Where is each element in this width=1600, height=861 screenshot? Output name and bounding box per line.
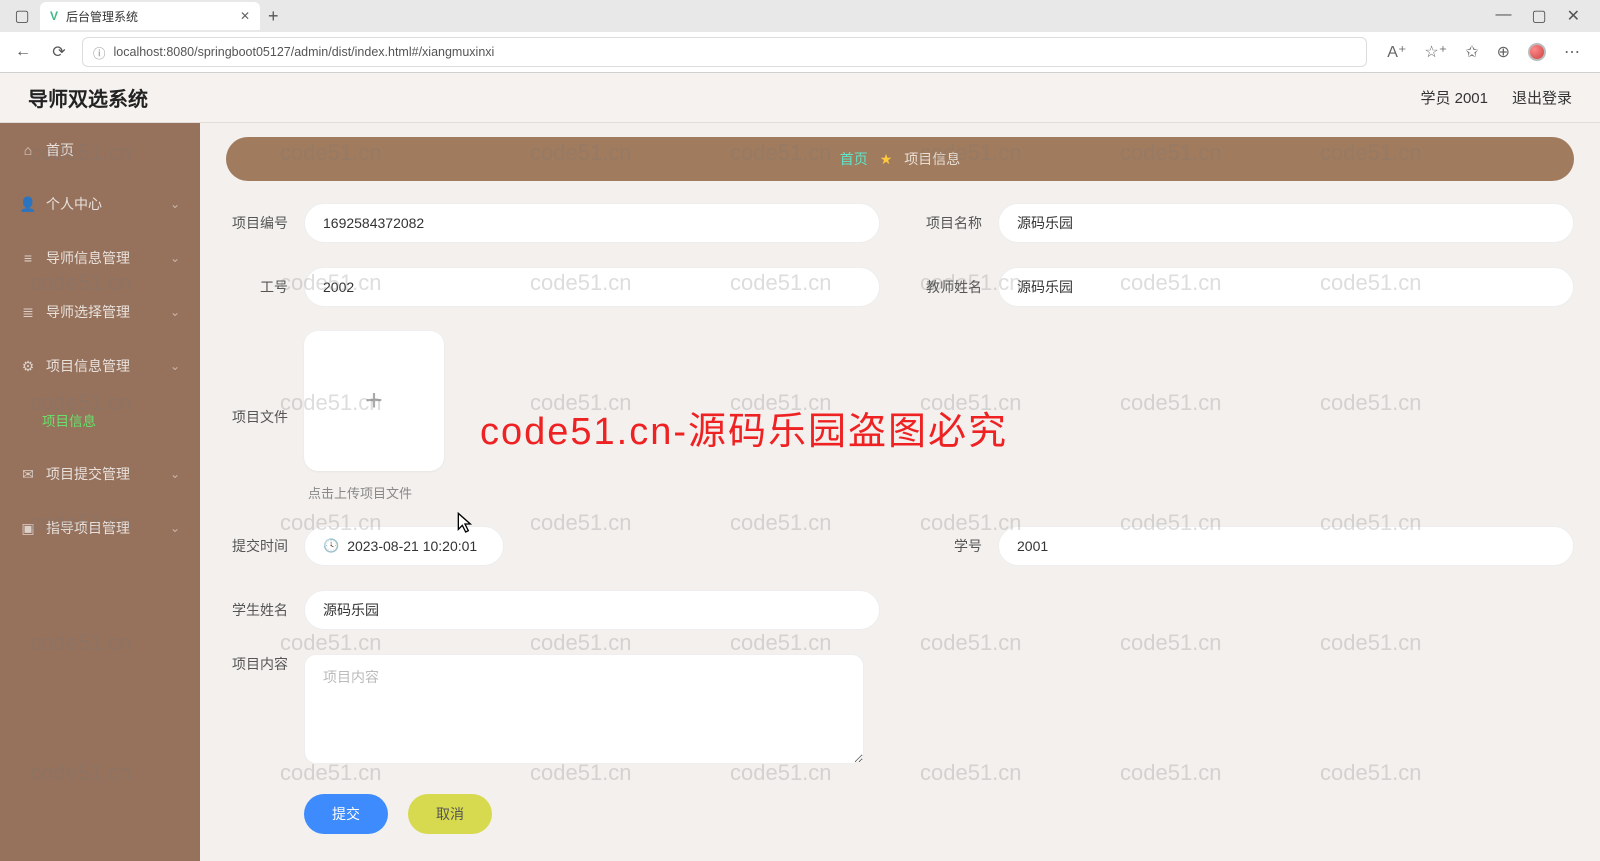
home-icon: ⌂ bbox=[20, 142, 36, 158]
back-icon[interactable]: ← bbox=[10, 43, 36, 61]
sidebar-label: 导师选择管理 bbox=[46, 302, 130, 322]
input-teacher-name[interactable] bbox=[998, 267, 1574, 307]
label-project-content: 项目内容 bbox=[226, 654, 288, 674]
url-text: localhost:8080/springboot05127/admin/dis… bbox=[114, 45, 495, 59]
label-student-no: 学号 bbox=[920, 536, 982, 556]
bars-icon: ≡ bbox=[20, 250, 36, 266]
collections-icon[interactable]: ⊕ bbox=[1497, 42, 1510, 62]
upload-box[interactable]: + bbox=[304, 331, 444, 471]
tab-close-icon[interactable]: ✕ bbox=[240, 9, 250, 23]
breadcrumb: 首页 ★ 项目信息 bbox=[226, 137, 1574, 181]
label-project-no: 项目编号 bbox=[226, 213, 288, 233]
main-content: 首页 ★ 项目信息 项目编号 项目名称 工号 bbox=[200, 123, 1600, 861]
label-job-no: 工号 bbox=[226, 277, 288, 297]
favorites-icon[interactable]: ✩ bbox=[1465, 42, 1478, 62]
textarea-project-content[interactable] bbox=[304, 654, 864, 764]
sidebar-item-teacher-select[interactable]: ≣ 导师选择管理 bbox=[0, 285, 200, 339]
sidebar-label: 项目信息管理 bbox=[46, 356, 130, 376]
user-icon: 👤 bbox=[20, 196, 36, 212]
input-student-no[interactable] bbox=[998, 526, 1574, 566]
input-student-name[interactable] bbox=[304, 590, 880, 630]
breadcrumb-home[interactable]: 首页 bbox=[840, 149, 868, 169]
sidebar-label: 首页 bbox=[46, 140, 74, 160]
project-form: 项目编号 项目名称 工号 教师姓名 bbox=[226, 203, 1574, 834]
gear-icon: ⚙ bbox=[20, 358, 36, 374]
profile-avatar-icon[interactable] bbox=[1528, 43, 1546, 61]
label-submit-time: 提交时间 bbox=[226, 536, 288, 556]
tab-bar: ▢ V 后台管理系统 ✕ + — ▢ ✕ bbox=[0, 0, 1600, 32]
sidebar-label: 项目信息 bbox=[42, 410, 96, 430]
sidebar-label: 项目提交管理 bbox=[46, 464, 130, 484]
list-icon: ≣ bbox=[20, 304, 36, 320]
minimize-icon[interactable]: — bbox=[1495, 6, 1511, 26]
breadcrumb-current: 项目信息 bbox=[904, 149, 960, 169]
window-controls: — ▢ ✕ bbox=[1495, 6, 1596, 26]
label-project-name: 项目名称 bbox=[920, 213, 982, 233]
refresh-icon[interactable]: ⟳ bbox=[46, 42, 72, 62]
sidebar-label: 指导项目管理 bbox=[46, 518, 130, 538]
sidebar-label: 导师信息管理 bbox=[46, 248, 130, 268]
read-aloud-icon[interactable]: A⁺ bbox=[1387, 42, 1406, 62]
site-info-icon[interactable]: ⓘ bbox=[93, 43, 106, 62]
tab-overview-icon[interactable]: ▢ bbox=[4, 6, 40, 26]
logout-link[interactable]: 退出登录 bbox=[1512, 87, 1572, 108]
cancel-button[interactable]: 取消 bbox=[408, 794, 492, 834]
sidebar: ⌂ 首页 👤 个人中心 ≡ 导师信息管理 ≣ 导师选择管理 ⚙ 项目信息管理 项… bbox=[0, 123, 200, 861]
sidebar-item-personal[interactable]: 👤 个人中心 bbox=[0, 177, 200, 231]
url-field[interactable]: ⓘ localhost:8080/springboot05127/admin/d… bbox=[82, 37, 1367, 67]
label-teacher-name: 教师姓名 bbox=[920, 277, 982, 297]
input-project-name[interactable] bbox=[998, 203, 1574, 243]
sidebar-label: 个人中心 bbox=[46, 194, 102, 214]
sidebar-item-teacher-info[interactable]: ≡ 导师信息管理 bbox=[0, 231, 200, 285]
favicon-icon: V bbox=[50, 9, 58, 23]
toolbar-right: A⁺ ☆⁺ ✩ ⊕ ⋯ bbox=[1377, 42, 1590, 62]
user-label[interactable]: 学员 2001 bbox=[1420, 87, 1488, 108]
submit-button[interactable]: 提交 bbox=[304, 794, 388, 834]
plus-icon: + bbox=[365, 384, 383, 418]
form-actions: 提交 取消 bbox=[226, 794, 1574, 834]
address-bar: ← ⟳ ⓘ localhost:8080/springboot05127/adm… bbox=[0, 32, 1600, 72]
sidebar-item-project-info-child[interactable]: 项目信息 bbox=[0, 393, 200, 447]
new-tab-button[interactable]: + bbox=[268, 6, 279, 27]
mail-icon: ✉ bbox=[20, 466, 36, 482]
upload-hint: 点击上传项目文件 bbox=[304, 483, 444, 502]
maximize-icon[interactable]: ▢ bbox=[1531, 6, 1546, 26]
browser-chrome: ▢ V 后台管理系统 ✕ + — ▢ ✕ ← ⟳ ⓘ localhost:808… bbox=[0, 0, 1600, 73]
more-icon[interactable]: ⋯ bbox=[1564, 42, 1580, 62]
browser-tab[interactable]: V 后台管理系统 ✕ bbox=[40, 2, 260, 30]
close-window-icon[interactable]: ✕ bbox=[1567, 6, 1580, 26]
tab-title: 后台管理系统 bbox=[66, 8, 232, 25]
label-student-name: 学生姓名 bbox=[226, 600, 288, 620]
sidebar-item-project-info[interactable]: ⚙ 项目信息管理 bbox=[0, 339, 200, 393]
input-job-no[interactable] bbox=[304, 267, 880, 307]
input-submit-time[interactable]: 🕓 2023-08-21 10:20:01 bbox=[304, 526, 504, 566]
translate-icon[interactable]: ☆⁺ bbox=[1424, 42, 1447, 62]
sidebar-item-guide-project[interactable]: ▣ 指导项目管理 bbox=[0, 501, 200, 555]
folder-icon: ▣ bbox=[20, 520, 36, 536]
sidebar-item-project-submit[interactable]: ✉ 项目提交管理 bbox=[0, 447, 200, 501]
label-project-file: 项目文件 bbox=[226, 407, 288, 427]
input-project-no[interactable] bbox=[304, 203, 880, 243]
brand-title: 导师双选系统 bbox=[28, 83, 148, 112]
clock-icon: 🕓 bbox=[323, 538, 339, 554]
sidebar-item-home[interactable]: ⌂ 首页 bbox=[0, 123, 200, 177]
app-header: 导师双选系统 学员 2001 退出登录 bbox=[0, 73, 1600, 123]
submit-time-value: 2023-08-21 10:20:01 bbox=[347, 538, 477, 554]
star-icon: ★ bbox=[880, 151, 893, 168]
